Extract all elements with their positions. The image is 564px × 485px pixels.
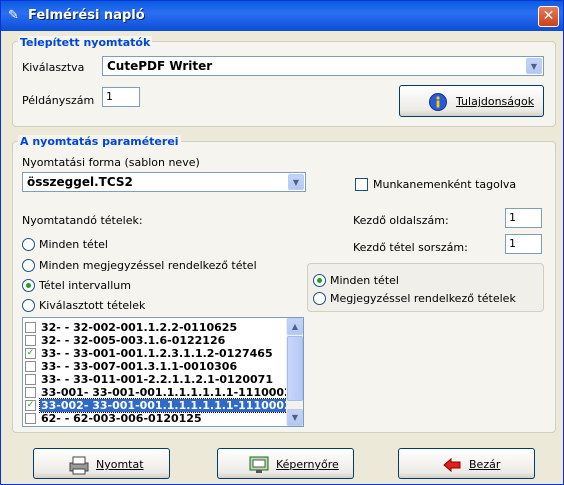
printer-select-value: CutePDF Writer bbox=[107, 59, 213, 73]
dialog-window: ✎ Felmérési napló ✕ Telepített nyomtatók… bbox=[0, 0, 564, 485]
properties-button-label: Tulajdonságok bbox=[456, 95, 535, 108]
start-item-label: Kezdő tétel sorszám: bbox=[353, 241, 468, 254]
item-label: 32- - 32-005-003.1.6-0122126 bbox=[41, 334, 226, 347]
properties-button[interactable]: Tulajdonságok bbox=[399, 85, 544, 117]
start-item-input[interactable]: 1 bbox=[505, 234, 542, 254]
item-label: 32- - 32-002-001.1.2.2-0110625 bbox=[41, 321, 238, 334]
params-legend: A nyomtatás paraméterei bbox=[18, 135, 181, 148]
scroll-thumb[interactable] bbox=[287, 336, 303, 401]
item-checkbox[interactable] bbox=[25, 387, 36, 398]
items-list[interactable]: 32- - 32-002-001.1.2.2-0110625 32- - 32-0… bbox=[22, 317, 304, 427]
radio-selected-items-label: Kiválasztott tételek bbox=[39, 299, 146, 312]
radio-commented-items-label: Minden megjegyzéssel rendelkező tétel bbox=[39, 259, 257, 272]
item-label: 33- - 33-007-001.3.1.1-0010306 bbox=[41, 360, 238, 373]
scroll-up-icon[interactable]: ▲ bbox=[287, 318, 303, 335]
item-checkbox[interactable] bbox=[25, 322, 36, 333]
printers-legend: Telepített nyomtatók bbox=[18, 36, 153, 49]
info-icon bbox=[429, 93, 447, 111]
print-button[interactable]: Nyomtat bbox=[33, 448, 170, 479]
chevron-down-icon[interactable]: ▼ bbox=[288, 174, 304, 190]
radio-all-items-label: Minden tétel bbox=[39, 238, 108, 251]
screen-button-label: Képernyőre bbox=[276, 458, 339, 471]
radio-filter-commented[interactable] bbox=[313, 292, 326, 305]
item-checkbox[interactable] bbox=[25, 374, 36, 385]
per-job-label: Munkanemenként tagolva bbox=[373, 178, 517, 191]
exit-arrow-icon bbox=[443, 457, 461, 473]
start-page-label: Kezdő oldalszám: bbox=[353, 214, 449, 227]
item-checkbox[interactable] bbox=[25, 361, 36, 372]
radio-filter-commented-label: Megjegyzéssel rendelkező tételek bbox=[330, 292, 516, 305]
radio-item-interval-label: Tétel intervallum bbox=[39, 279, 131, 292]
item-checkbox[interactable] bbox=[25, 426, 36, 427]
copies-label: Példányszám bbox=[22, 94, 95, 107]
items-label: Nyomtatandó tételek: bbox=[22, 214, 143, 227]
radio-filter-all-label: Minden tétel bbox=[330, 274, 399, 287]
item-label: 62- - 62-003-006-1-0100000 bbox=[40, 425, 215, 426]
screen-button[interactable]: Képernyőre bbox=[217, 448, 354, 479]
scroll-down-icon[interactable]: ▼ bbox=[287, 409, 303, 426]
radio-filter-all[interactable] bbox=[313, 274, 326, 287]
item-checkbox[interactable] bbox=[25, 413, 36, 424]
radio-all-items[interactable] bbox=[22, 238, 35, 251]
per-job-checkbox[interactable] bbox=[355, 178, 368, 191]
selected-printer-label: Kiválasztva bbox=[22, 61, 85, 74]
form-select[interactable]: összeggel.TCS2 ▼ bbox=[22, 172, 306, 192]
app-icon: ✎ bbox=[8, 8, 19, 23]
title-bar[interactable]: ✎ Felmérési napló ✕ bbox=[1, 1, 563, 31]
close-button[interactable]: Bezár bbox=[398, 448, 535, 479]
item-checkbox[interactable] bbox=[25, 335, 36, 346]
start-page-input[interactable]: 1 bbox=[505, 208, 542, 228]
close-button-label: Bezár bbox=[469, 458, 501, 471]
chevron-down-icon[interactable]: ▼ bbox=[526, 58, 542, 74]
item-checkbox[interactable]: ✓ bbox=[25, 348, 36, 359]
item-label: 33-002- 33-001-001.1.1.1.1.1.1-1110002 bbox=[39, 398, 294, 413]
radio-item-interval[interactable] bbox=[22, 279, 35, 292]
radio-selected-items[interactable] bbox=[22, 299, 35, 312]
print-button-label: Nyomtat bbox=[96, 458, 144, 471]
item-label: 33- - 33-011-001-2.2.1.1.2.1-0120071 bbox=[41, 373, 273, 386]
printer-icon bbox=[69, 456, 89, 475]
item-label: 62- - 62-003-006-0120125 bbox=[41, 412, 202, 425]
item-checkbox[interactable]: ✓ bbox=[25, 400, 36, 411]
close-window-button[interactable]: ✕ bbox=[538, 6, 559, 27]
form-label: Nyomtatási forma (sablon neve) bbox=[22, 156, 200, 169]
item-label: 33-001- 33-001-001.1.1.1.1.1.1-1110002 bbox=[41, 386, 292, 399]
list-scrollbar[interactable]: ▲ ▼ bbox=[286, 318, 303, 426]
screen-icon bbox=[249, 456, 269, 473]
radio-commented-items[interactable] bbox=[22, 259, 35, 272]
window-title: Felmérési napló bbox=[28, 8, 145, 23]
copies-input[interactable]: 1 bbox=[102, 87, 140, 107]
printer-select[interactable]: CutePDF Writer ▼ bbox=[102, 56, 544, 76]
item-label: 33- - 33-001-001.1.2.3.1.1.2-0127465 bbox=[41, 347, 273, 360]
form-select-value: összeggel.TCS2 bbox=[27, 175, 133, 189]
